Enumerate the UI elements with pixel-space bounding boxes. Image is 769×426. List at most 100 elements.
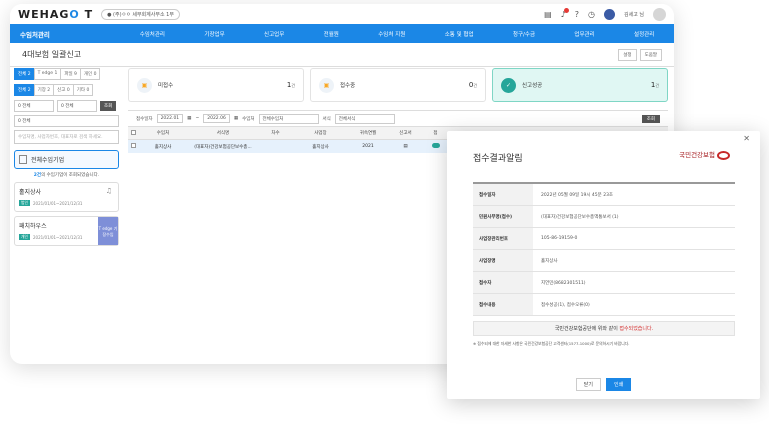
bell-icon[interactable]: ♪ [561,7,569,19]
document-icon[interactable]: ▤ [544,10,552,19]
calendar-icon[interactable]: ▦ [187,116,191,121]
username[interactable]: 김세고 님 [624,11,644,18]
clock-icon[interactable]: ◷ [588,10,595,19]
row-checkbox[interactable] [130,143,136,148]
nav-item[interactable]: 기장업무 [204,30,224,38]
tab-file[interactable]: 파일 9 [60,68,81,80]
client-select[interactable]: 전체수임처 [258,113,319,124]
work-type-tabs: 전체 2 기장 2 신고 0 기타 0 [14,84,119,96]
stat-receiving[interactable]: ▣ 접수중 0건 [310,68,486,102]
date-from-input[interactable]: 2022.01 [156,114,184,123]
client-type-tabs: 전체 2 T edge 1 파일 9 개인 0 [14,68,119,80]
document-icon: ▣ [137,77,152,93]
query-button[interactable]: 조회 [100,101,117,111]
client-name: 패치하우스 [19,223,47,230]
result-notice: 국민건강보험공단에 위와 같이 접수되었습니다. [473,321,735,336]
date-to-input[interactable]: 2022.06 [203,114,230,123]
nav-item[interactable]: 설정관리 [634,30,654,38]
field-label: 사업장관리번호 [473,228,533,249]
tab-report[interactable]: 신고 0 [53,84,74,96]
profile-avatar[interactable] [653,7,666,21]
tab-personal[interactable]: 개인 0 [79,68,101,80]
stat-label: 접수중 [340,83,356,89]
select-all-checkbox[interactable] [130,129,136,135]
nav-item[interactable]: 업무관리 [574,30,594,38]
client-period: 2021/01/01~2021/12/31 [33,234,83,240]
nav-item[interactable]: 전월원 [324,30,339,38]
popup-title: 접수결과알림 [473,154,523,164]
cell: 홀지상사 [312,144,329,150]
tab-other[interactable]: 기타 0 [72,84,94,96]
stat-success[interactable]: ✓ 신고성공 1건 [492,68,668,102]
field-label: 민원사무명(접수) [473,206,533,227]
field-value: (대표자)건강보험공단보수총액통보서 (1) [541,214,619,220]
filter-select-1[interactable]: 0 전체 [14,100,54,112]
nhis-logo: 국민건강보험 [679,149,730,160]
tab-tedge[interactable]: T edge 1 [33,68,62,80]
field-value: 2022년 05월 09일 19시 45분 23초 [541,192,614,198]
client-tag: 법인 [19,200,30,206]
date-separator: ~ [195,116,200,121]
col-header: 사업장 [314,131,327,136]
client-sidebar: 전체 2 T edge 1 파일 9 개인 0 전체 2 기장 2 신고 0 기… [14,68,119,250]
stat-not-received[interactable]: ▣ 미접수 1건 [128,68,304,102]
field-value: 105-86-19159-0 [541,236,578,241]
field-value: 홀지상사 [541,258,558,264]
cell: 홀지상사 [154,144,172,150]
nav-item[interactable]: 수임처관리 [140,30,165,38]
nav-item[interactable]: 신고업무 [264,30,284,38]
cell: 2021 [362,144,374,149]
close-icon[interactable]: ✕ [743,134,750,143]
company-selector[interactable]: ● (주)ㅇㅇ 세무회계사무소 1부 [101,8,180,20]
nav-item[interactable]: 수임처 지원 [378,30,405,38]
settings-button[interactable]: 설정 [618,48,637,61]
check-document-icon: ✓ [501,77,516,93]
page-header: 4대보험 일괄신고 설정 도움말 [10,43,674,67]
client-name: 홀지상사 [19,189,42,196]
field-label: 접수일자 [473,184,533,205]
page-title: 4대보험 일괄신고 [22,50,82,59]
nav-item[interactable]: 청구/수금 [513,30,535,38]
building-icon [19,155,27,164]
nav-brand[interactable]: 수임처관리 [10,29,120,39]
field-label: 접수내용 [473,294,533,315]
col-header: 수임처 [156,131,170,136]
client-search-input[interactable]: 수임처명, 사업자번호, 대표자로 검색 하세요. [14,130,119,144]
report-doc-icon[interactable]: ▤ [388,144,423,149]
result-table: 접수일자 2022년 05월 09일 19시 45분 23초 민원사무명(접수) (… [473,182,735,316]
main-nav: 수임처관리 수임처관리 기장업무 신고업무 전월원 수임처 지원 소통 및 협업… [10,24,674,43]
client-card[interactable]: 패치하우스 T edge 기장수임 개인 2021/01/01~2021/12/3… [14,216,119,246]
status-cards: ▣ 미접수 1건 ▣ 접수중 0건 ✓ 신고성공 1건 [128,68,668,102]
wehago-logo[interactable]: WEHAGO T [18,8,93,21]
print-button[interactable]: 인쇄 [606,378,632,391]
filter-query-button[interactable]: 조회 [641,114,660,123]
tab-all-work[interactable]: 전체 2 [14,84,35,96]
field-value: 지언민(8682301511) [541,280,586,286]
all-clients-label: 전체수임기업 [31,157,65,164]
tedge-badge[interactable]: T edge 기장수임 [98,217,118,245]
stat-count: 0건 [468,81,477,89]
filter-select-3[interactable]: 0 전체 [14,115,119,127]
nav-item[interactable]: 소통 및 협업 [445,30,474,38]
avatar[interactable] [604,8,615,20]
field-value: 접수성공(1), 접수오류(0) [541,302,590,308]
tab-all[interactable]: 전체 2 [14,68,35,80]
tab-bookkeeping[interactable]: 기장 2 [33,84,55,96]
bell-icon[interactable]: ♫ [106,187,112,195]
field-label: 사업장명 [473,250,533,271]
status-toggle[interactable] [431,143,440,148]
col-header: 귀속연월 [359,131,377,136]
filter-select-2[interactable]: 0 전체 [57,100,97,112]
help-button[interactable]: 도움말 [639,48,662,61]
help-icon[interactable]: ? [575,10,579,19]
close-button[interactable]: 닫기 [575,378,601,391]
calendar-icon[interactable]: ▦ [234,116,238,121]
client-card[interactable]: 홀지상사 ♫ 법인 2021/01/01~2021/12/31 [14,182,119,212]
stat-count: 1건 [286,81,295,89]
client-period: 2021/01/01~2021/12/31 [33,200,83,206]
field-label: 접수자 [473,272,533,293]
all-clients-button[interactable]: 전체수임기업 [14,150,119,169]
result-popup: ✕ 접수결과알림 국민건강보험 접수일자 2022년 05월 09일 19시 45… [447,131,760,399]
form-select[interactable]: 전체서식 [334,113,395,124]
document-icon: ▣ [319,77,334,93]
